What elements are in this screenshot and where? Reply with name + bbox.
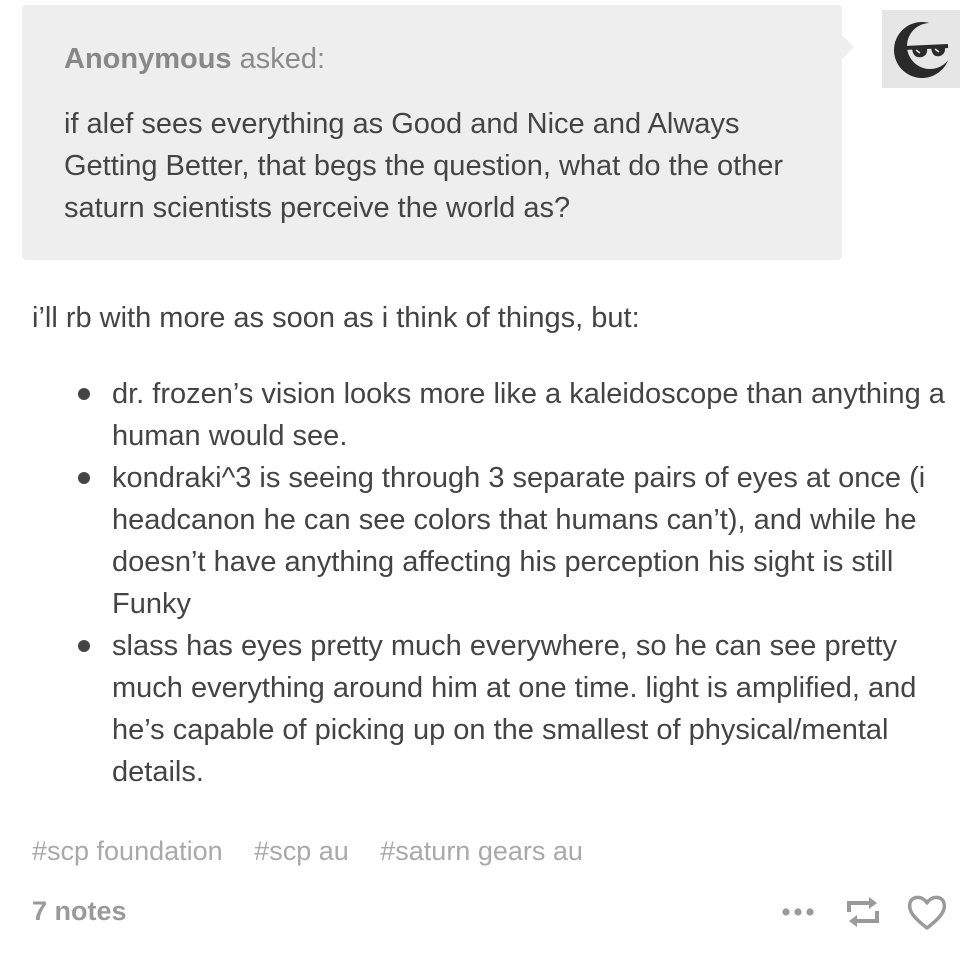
tag-link[interactable]: #scp au [254, 836, 349, 866]
bullet-text: dr. frozen’s vision looks more like a ka… [112, 378, 945, 452]
more-options-icon[interactable] [776, 890, 822, 936]
list-item: slass has eyes pretty much everywhere, s… [0, 625, 960, 793]
blog-avatar[interactable] [882, 10, 960, 88]
bullet-dot-icon [78, 472, 90, 484]
bullet-text: kondraki^3 is seeing through 3 separate … [112, 462, 926, 620]
bullet-dot-icon [78, 388, 90, 400]
post-actions [776, 890, 956, 936]
list-item: kondraki^3 is seeing through 3 separate … [0, 457, 960, 625]
bullet-text: slass has eyes pretty much everywhere, s… [112, 630, 917, 788]
list-item: dr. frozen’s vision looks more like a ka… [0, 373, 960, 457]
asker-line: Anonymous asked: [64, 43, 325, 76]
asker-name[interactable]: Anonymous [64, 43, 232, 75]
tag-link[interactable]: #scp foundation [32, 836, 223, 866]
ask-box: Anonymous asked: if alef sees everything… [22, 5, 854, 260]
notes-count[interactable]: 7 notes [32, 896, 127, 927]
answer-intro: i’ll rb with more as soon as i think of … [32, 302, 640, 334]
post-tags: #scp foundation #scp au #saturn gears au [32, 836, 607, 867]
ask-question: if alef sees everything as Good and Nice… [64, 108, 784, 224]
bullet-dot-icon [78, 640, 90, 652]
tag-link[interactable]: #saturn gears au [380, 836, 583, 866]
asked-label: asked: [239, 43, 326, 75]
like-heart-icon[interactable] [904, 890, 950, 936]
answer-bullet-list: dr. frozen’s vision looks more like a ka… [0, 373, 960, 793]
sunglasses-moon-avatar-icon [894, 22, 953, 78]
reblog-icon[interactable] [840, 890, 886, 936]
